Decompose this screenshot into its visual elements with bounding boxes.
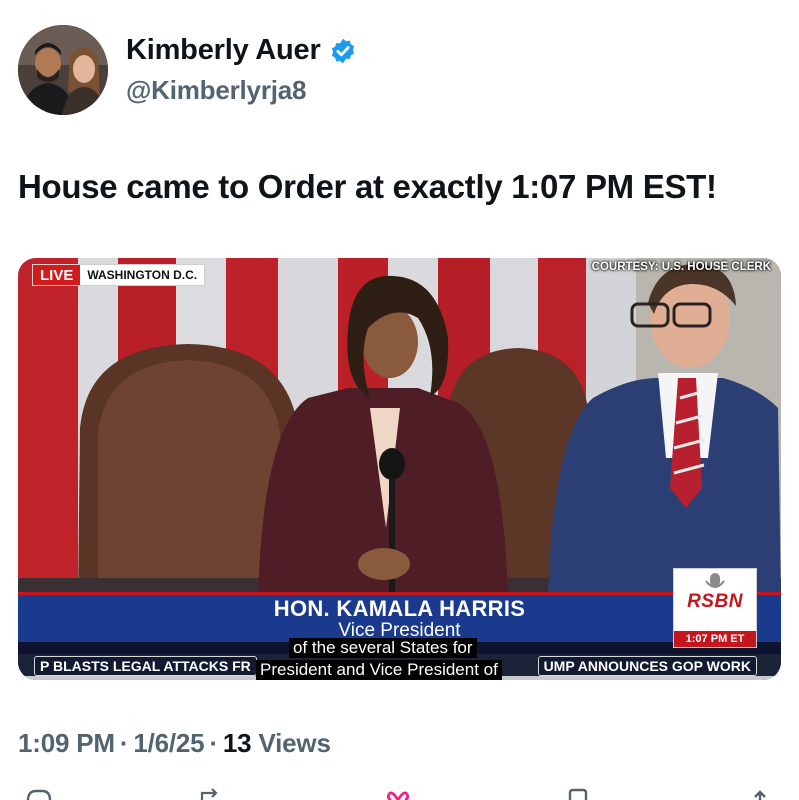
- caption-line-2: President and Vice President of: [256, 660, 502, 680]
- retweet-icon[interactable]: [196, 788, 226, 800]
- share-icon[interactable]: [745, 788, 775, 800]
- live-badge: LIVE WASHINGTON D.C.: [32, 264, 206, 286]
- microphone-icon: [705, 573, 725, 588]
- separator-dot: ·: [209, 728, 218, 758]
- author-name-row: Kimberly Auer: [126, 34, 357, 67]
- tweet-time[interactable]: 1:09 PM: [18, 728, 115, 758]
- author-name[interactable]: Kimberly Auer: [126, 34, 321, 67]
- like-icon[interactable]: [383, 788, 413, 800]
- location-label: WASHINGTON D.C.: [80, 265, 205, 285]
- tweet-meta: 1:09 PM · 1/6/25 · 13 Views: [18, 728, 331, 759]
- tweet-text: House came to Order at exactly 1:07 PM E…: [18, 168, 717, 205]
- network-time: 1:07 PM ET: [674, 631, 756, 647]
- tweet-date[interactable]: 1/6/25: [133, 728, 204, 758]
- avatar[interactable]: [18, 25, 108, 115]
- verified-badge-icon[interactable]: [329, 37, 357, 65]
- separator-dot: ·: [119, 728, 129, 758]
- action-bar: [0, 788, 799, 800]
- author-handle[interactable]: @Kimberlyrja8: [126, 75, 357, 106]
- bookmark-icon[interactable]: [563, 788, 593, 800]
- caption-line-1: of the several States for: [289, 638, 477, 658]
- network-logo: RSBN: [687, 591, 743, 612]
- ticker-right-text: UMP ANNOUNCES GOP WORK: [537, 656, 757, 676]
- ticker-left-text: P BLASTS LEGAL ATTACKS FR: [34, 656, 257, 676]
- avatar-photo: [18, 25, 108, 115]
- live-label: LIVE: [33, 265, 81, 285]
- lower-third-name: HON. KAMALA HARRIS: [273, 596, 526, 621]
- network-logo-box: RSBN 1:07 PM ET: [673, 568, 757, 648]
- views-count: 13: [222, 728, 252, 758]
- courtesy-label: COURTESY: U.S. HOUSE CLERK: [591, 261, 771, 273]
- reply-icon[interactable]: [24, 788, 54, 800]
- tweet-media-video[interactable]: LIVE WASHINGTON D.C. COURTESY: U.S. HOUS…: [18, 258, 781, 680]
- author-block: Kimberly Auer @Kimberlyrja8: [126, 34, 357, 106]
- views-label: Views: [258, 728, 331, 758]
